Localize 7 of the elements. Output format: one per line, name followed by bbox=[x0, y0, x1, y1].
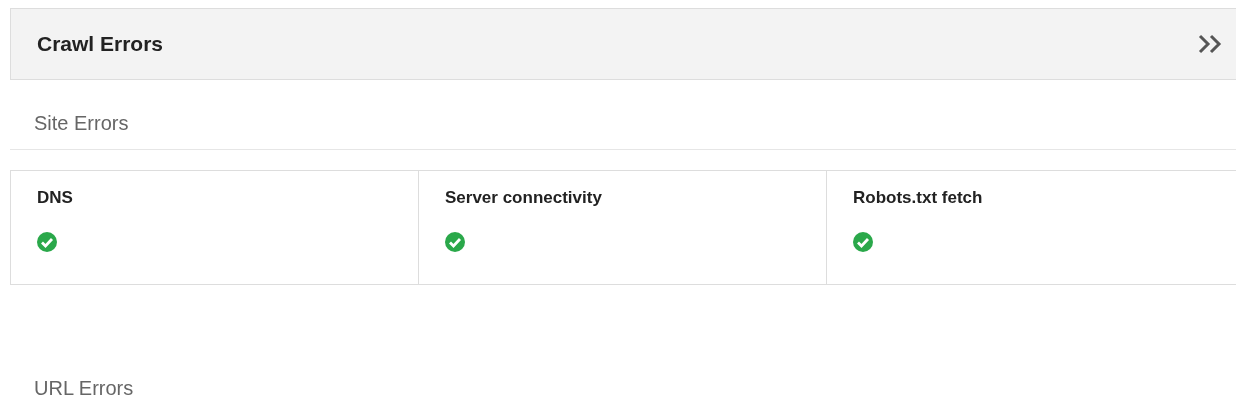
panel-title: Crawl Errors bbox=[37, 32, 164, 56]
section-heading: URL Errors bbox=[34, 377, 135, 400]
status-label: Server connectivity bbox=[445, 188, 602, 208]
section-heading: Site Errors bbox=[34, 112, 130, 135]
status-label: DNS bbox=[37, 188, 73, 208]
double-chevron-icon[interactable] bbox=[1198, 34, 1224, 54]
status-label: Robots.txt fetch bbox=[853, 188, 983, 208]
